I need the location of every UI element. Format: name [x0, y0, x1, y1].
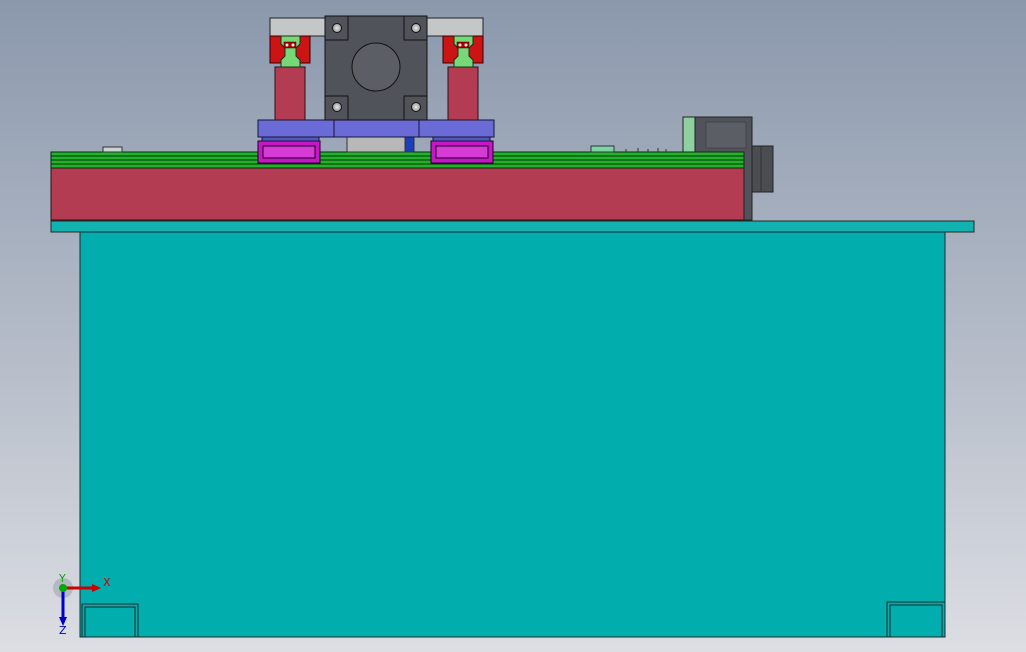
carriage-block-right[interactable] — [430, 140, 494, 164]
cabinet-body[interactable] — [79, 231, 946, 638]
y-axis-label: Y — [58, 572, 66, 585]
z-axis-label: Z — [59, 624, 67, 637]
y-axis-icon — [59, 584, 67, 592]
base-top-plate[interactable] — [50, 220, 975, 233]
cad-viewport[interactable]: X Y Z — [0, 0, 1026, 652]
rail-body[interactable] — [50, 167, 745, 221]
rail-stopper-left — [102, 146, 123, 153]
motor-flange[interactable] — [324, 15, 428, 121]
mount-hole-icon — [411, 23, 421, 33]
support-column-left[interactable] — [274, 66, 306, 121]
mini-slide-right[interactable] — [442, 35, 484, 68]
carriage-block-left[interactable] — [257, 140, 321, 164]
base-cabinet[interactable] — [50, 220, 975, 638]
support-column-right[interactable] — [447, 66, 479, 121]
x-axis-label: X — [103, 576, 111, 589]
mount-hole-icon — [411, 102, 421, 112]
mount-hole-icon — [332, 23, 342, 33]
upper-assembly[interactable] — [269, 15, 484, 121]
mini-slide-left[interactable] — [269, 35, 311, 68]
mount-hole-icon — [332, 102, 342, 112]
rail-sensor — [590, 145, 615, 153]
